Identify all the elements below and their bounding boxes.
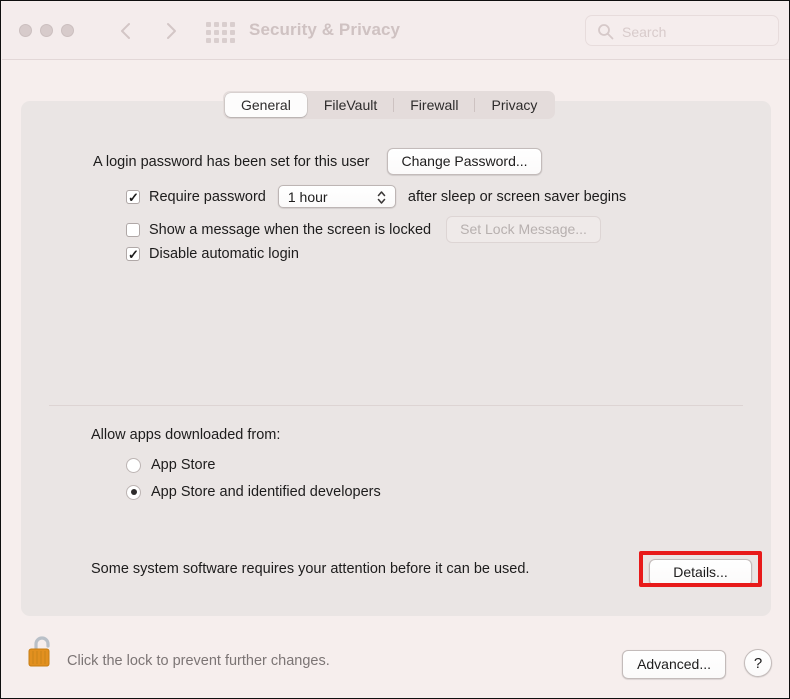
window-toolbar: Security & Privacy — [2, 2, 789, 60]
tab-filevault-label: FileVault — [323, 97, 378, 113]
login-password-row: A login password has been set for this u… — [93, 148, 542, 175]
search-input[interactable] — [620, 16, 774, 47]
require-password-suffix: after sleep or screen saver begins — [407, 188, 627, 205]
radio-selected-dot — [130, 489, 137, 495]
lock-hint-text: Click the lock to prevent further change… — [67, 653, 330, 669]
section-divider — [49, 405, 743, 406]
tab-bar: General FileVault Firewall Privacy — [223, 91, 556, 119]
unlocked-padlock-icon[interactable] — [26, 633, 56, 671]
login-password-status: A login password has been set for this u… — [93, 153, 370, 170]
require-password-delay-dropdown[interactable]: 1 hour — [277, 185, 396, 211]
require-password-label: Require password — [149, 188, 266, 205]
help-button[interactable]: ? — [744, 649, 772, 677]
advanced-button[interactable]: Advanced... — [622, 650, 726, 679]
checkmark-icon: ✓ — [128, 189, 139, 205]
require-password-row: ✓ Require password 1 hour after sleep or… — [126, 185, 626, 208]
allow-apps-heading-row: Allow apps downloaded from: — [91, 427, 280, 443]
tab-privacy[interactable]: Privacy — [475, 93, 553, 117]
tab-firewall[interactable]: Firewall — [394, 93, 474, 117]
disable-auto-login-label: Disable automatic login — [149, 246, 299, 262]
close-button[interactable] — [19, 24, 32, 37]
show-lock-message-label: Show a message when the screen is locked — [149, 221, 432, 238]
show-lock-message-checkbox[interactable] — [126, 222, 140, 237]
radio-app-store-identified-label: App Store and identified developers — [151, 484, 381, 500]
minimize-button[interactable] — [40, 24, 53, 37]
help-button-label: ? — [753, 654, 763, 672]
details-button-highlight-annotation — [639, 551, 762, 587]
page-title: Security & Privacy — [249, 20, 401, 39]
chevron-right-icon — [159, 18, 183, 44]
set-lock-message-button[interactable]: Set Lock Message... — [446, 216, 601, 243]
tab-privacy-label: Privacy — [491, 97, 538, 113]
attention-row: Some system software requires your atten… — [91, 561, 529, 577]
show-all-grid-icon[interactable] — [206, 22, 236, 43]
disable-auto-login-row: ✓ Disable automatic login — [126, 246, 299, 262]
traffic-lights — [19, 24, 74, 37]
require-password-delay-value: 1 hour — [287, 188, 328, 205]
forward-button[interactable] — [159, 18, 183, 44]
require-password-checkbox[interactable]: ✓ — [126, 189, 140, 205]
search-field[interactable] — [585, 15, 779, 47]
show-lock-message-row: Show a message when the screen is locked… — [126, 216, 601, 243]
disable-auto-login-checkbox[interactable]: ✓ — [126, 247, 140, 261]
security-privacy-window: Security & Privacy General FileVault Fi — [0, 0, 790, 699]
checkmark-icon: ✓ — [128, 247, 139, 262]
back-button[interactable] — [114, 18, 138, 44]
allow-apps-heading: Allow apps downloaded from: — [91, 427, 281, 443]
radio-app-store-identified[interactable] — [126, 484, 141, 500]
radio-app-store-label: App Store — [151, 457, 216, 473]
allow-apps-option-appstore[interactable]: App Store — [126, 457, 216, 473]
tab-general-label: General — [241, 97, 291, 113]
change-password-button[interactable]: Change Password... — [387, 148, 542, 175]
search-icon — [597, 23, 614, 45]
tab-firewall-label: Firewall — [410, 97, 459, 113]
zoom-button[interactable] — [61, 24, 74, 37]
preferences-panel: General FileVault Firewall Privacy A log… — [21, 91, 771, 616]
tab-general[interactable]: General — [225, 93, 307, 117]
chevron-updown-icon — [376, 189, 387, 211]
tab-filevault[interactable]: FileVault — [308, 93, 393, 117]
chevron-left-icon — [114, 18, 138, 44]
radio-app-store[interactable] — [126, 457, 141, 473]
attention-message: Some system software requires your atten… — [91, 561, 530, 577]
allow-apps-option-appstore-identified[interactable]: App Store and identified developers — [126, 484, 381, 500]
